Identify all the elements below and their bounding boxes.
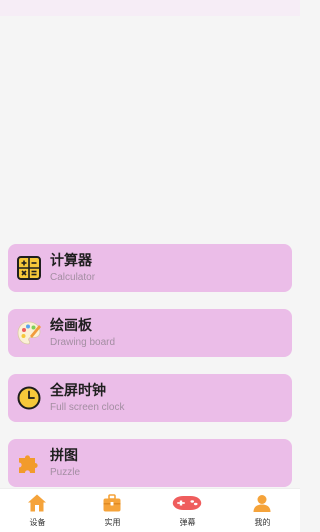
tool-title: 拼图 [50,448,78,464]
tool-card-puzzle[interactable]: 拼图 Puzzle [8,439,292,487]
tool-card-full-screen-clock[interactable]: 全屏时钟 Full screen clock [8,374,292,422]
puzzle-icon [19,455,38,473]
house-icon [28,494,46,512]
calculator-icon [17,256,41,280]
palette-icon [17,321,41,345]
gamepad-icon [172,496,202,510]
tool-title: 计算器 [50,253,92,269]
tab-utilities[interactable]: 实用 [75,489,150,532]
clock-icon [17,386,41,410]
tab-devices[interactable]: 设备 [0,489,75,532]
tab-label: 设备 [29,518,46,527]
tool-card-drawing-board[interactable]: 绘画板 Drawing board [8,309,292,357]
toolbox-icon [103,494,121,512]
tab-danmaku[interactable]: 弹幕 [150,489,225,532]
tool-list: 计算器 Calculator 绘画板 Drawing board 全屏时钟 Fu… [0,16,300,488]
tab-label: 弹幕 [179,518,196,527]
tool-title: 全屏时钟 [50,383,106,399]
tool-title: 绘画板 [50,318,92,334]
tool-subtitle: Full screen clock [50,402,125,413]
tool-subtitle: Puzzle [50,467,81,478]
tab-label: 我的 [254,518,271,527]
tool-subtitle: Calculator [50,272,96,283]
tool-subtitle: Drawing board [50,337,116,348]
bottom-tab-bar: 设备 实用 弹幕 我的 [0,488,300,532]
tab-profile[interactable]: 我的 [225,489,300,532]
user-icon [253,495,271,512]
tool-card-calculator[interactable]: 计算器 Calculator [8,244,292,292]
status-strip [0,0,300,16]
tab-label: 实用 [104,518,121,527]
